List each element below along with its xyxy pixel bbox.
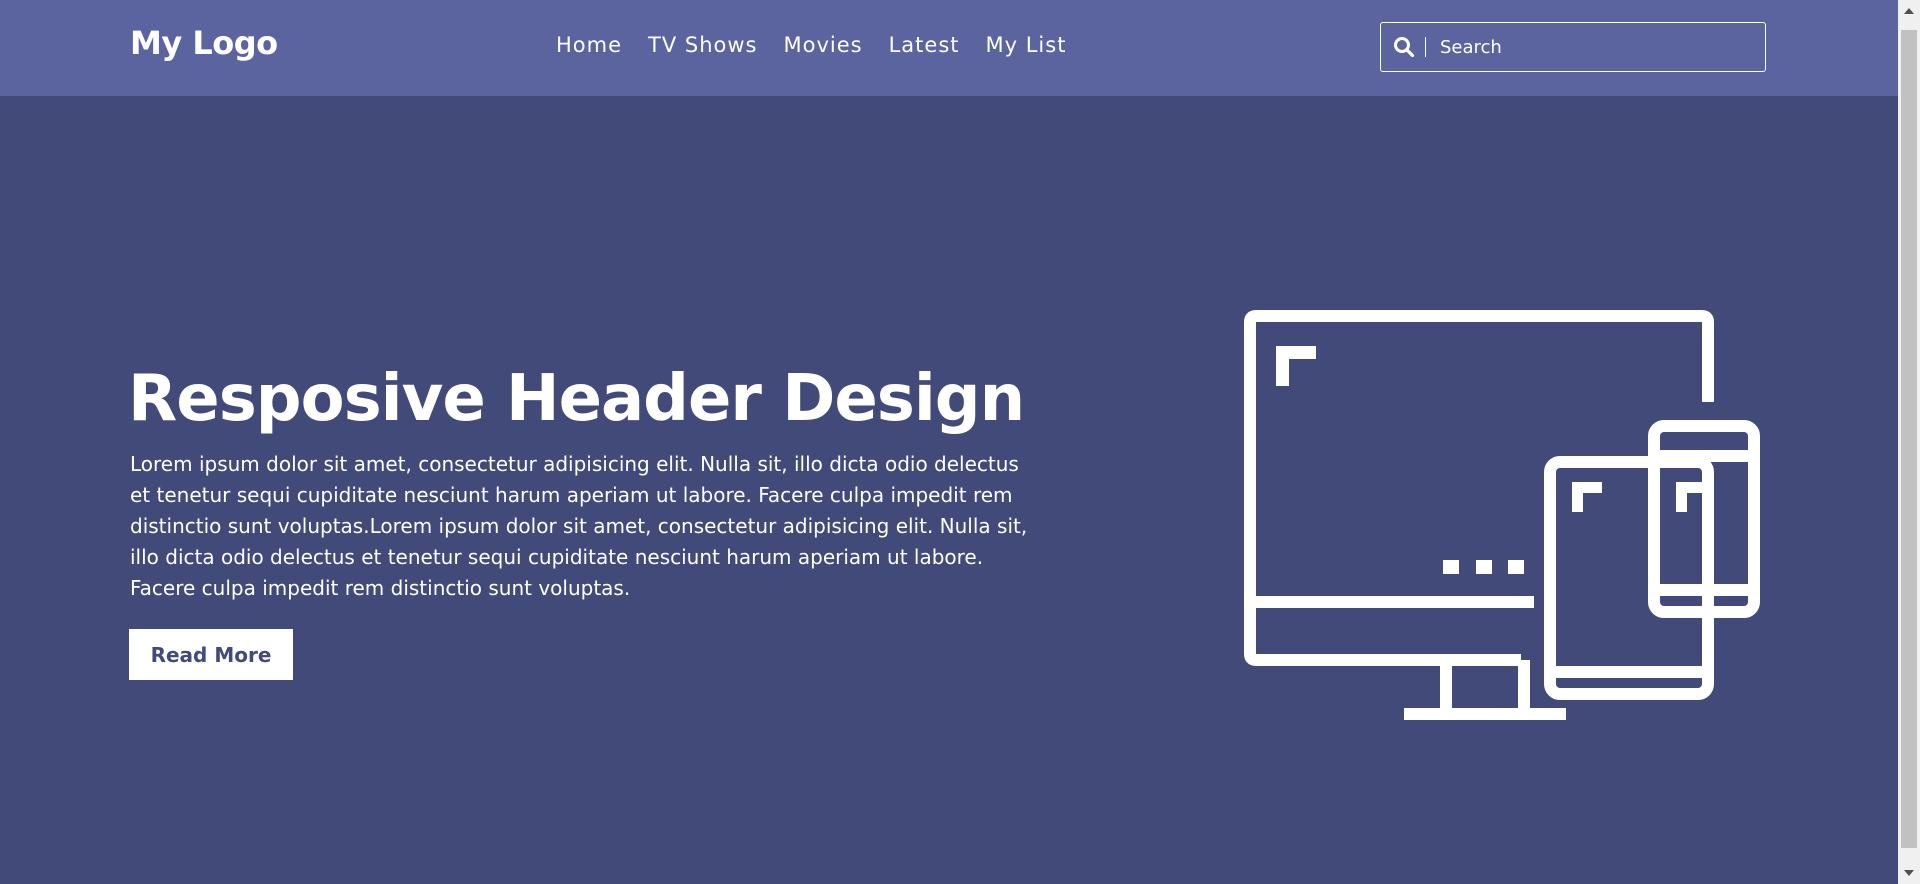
read-more-button[interactable]: Read More: [129, 629, 293, 680]
search-box: [1380, 22, 1766, 72]
search-divider: [1425, 37, 1426, 57]
scroll-down-icon[interactable]: [1898, 864, 1920, 882]
page: My Logo Home TV Shows Movies Latest My L…: [0, 0, 1920, 884]
main-nav: Home TV Shows Movies Latest My List: [556, 33, 1066, 57]
nav-link-home[interactable]: Home: [556, 33, 622, 57]
nav-link-tv-shows[interactable]: TV Shows: [648, 33, 757, 57]
site-header: My Logo Home TV Shows Movies Latest My L…: [0, 0, 1898, 96]
hero-description: Lorem ipsum dolor sit amet, consectetur …: [130, 452, 1028, 600]
hero-title: Resposive Header Design: [128, 362, 1025, 436]
nav-link-latest[interactable]: Latest: [889, 33, 960, 57]
nav-link-my-list[interactable]: My List: [986, 33, 1067, 57]
vertical-scrollbar[interactable]: [1898, 0, 1920, 884]
scrollbar-thumb[interactable]: [1901, 30, 1917, 848]
search-icon[interactable]: [1391, 34, 1417, 60]
responsive-devices-icon: [1244, 310, 1760, 720]
nav-link-movies[interactable]: Movies: [784, 33, 863, 57]
scroll-up-icon[interactable]: [1898, 2, 1920, 20]
logo[interactable]: My Logo: [130, 24, 278, 62]
search-input[interactable]: [1438, 35, 1765, 59]
